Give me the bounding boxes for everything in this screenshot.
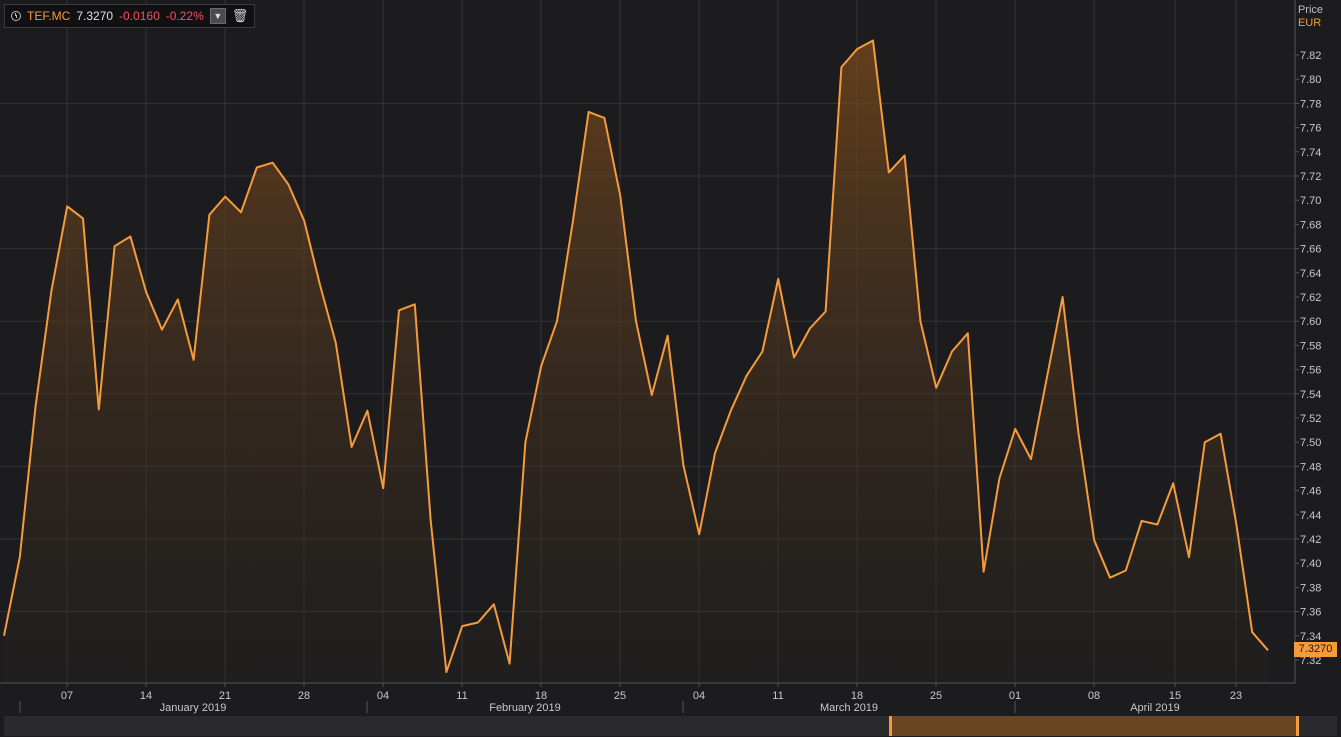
price-change-percent: -0.22% [165, 9, 204, 23]
y-tick-label: 7.38 [1300, 582, 1321, 594]
y-tick-label: 7.70 [1300, 195, 1321, 207]
chevron-down-icon[interactable]: ▼ [209, 8, 226, 24]
instrument-legend[interactable]: TEF.MC 7.3270 -0.0160 -0.22% ▼ 🗑 [4, 4, 256, 28]
instrument-symbol[interactable]: TEF.MC [27, 9, 70, 23]
x-tick-label: 07 [61, 690, 73, 702]
x-tick-label: 28 [298, 690, 310, 702]
price-axis-label: Price [1297, 4, 1323, 16]
y-tick-label: 7.62 [1300, 292, 1321, 304]
y-tick-label: 7.50 [1300, 437, 1321, 449]
y-tick-label: 7.78 [1300, 98, 1321, 110]
y-tick-label: 7.42 [1300, 534, 1321, 546]
currency-label: EUR [1297, 17, 1322, 29]
x-tick-label: 23 [1230, 690, 1242, 702]
y-tick-label: 7.34 [1300, 631, 1321, 643]
y-tick-label: 7.72 [1300, 171, 1321, 183]
month-axis: January 2019 February 2019 March 2019 April… [19, 701, 1180, 714]
price-axis-header: Price EUR [1298, 4, 1323, 30]
y-tick-label: 7.54 [1300, 389, 1321, 401]
month-label: March 2019 [820, 702, 878, 714]
x-tick-label: 01 [1009, 690, 1021, 702]
x-tick-label: 25 [930, 690, 942, 702]
month-label: February 2019 [489, 702, 561, 714]
price-chart[interactable]: 7.327.347.367.387.407.427.447.467.487.50… [0, 0, 1341, 737]
y-tick-label: 7.48 [1300, 461, 1321, 473]
y-tick-label: 7.60 [1300, 316, 1321, 328]
x-tick-label: 18 [851, 690, 863, 702]
y-tick-label: 7.56 [1300, 365, 1321, 377]
y-tick-label: 7.36 [1300, 607, 1321, 619]
y-tick-label: 7.76 [1300, 123, 1321, 135]
y-tick-label: 7.74 [1300, 147, 1321, 159]
x-tick-label: 11 [772, 690, 783, 702]
x-axis: 07 14 21 28 04 11 18 25 04 11 18 25 01 08 15 23 [61, 683, 1242, 702]
x-tick-label: 18 [535, 690, 547, 702]
x-tick-label: 15 [1169, 690, 1181, 702]
y-tick-label: 7.46 [1300, 486, 1321, 498]
y-tick-label: 7.64 [1300, 268, 1321, 280]
x-tick-label: 04 [377, 690, 389, 702]
x-tick-label: 25 [614, 690, 626, 702]
trash-icon[interactable]: 🗑 [232, 8, 249, 24]
y-tick-label: 7.80 [1300, 74, 1321, 86]
month-label: April 2019 [1130, 702, 1180, 714]
y-tick-label: 7.44 [1300, 510, 1321, 522]
y-tick-label: 7.52 [1300, 413, 1321, 425]
price-change: -0.0160 [119, 9, 160, 23]
clock-icon [11, 11, 21, 21]
x-tick-label: 14 [140, 690, 152, 702]
y-tick-label: 7.58 [1300, 340, 1321, 352]
x-tick-label: 04 [693, 690, 705, 702]
last-price: 7.3270 [76, 9, 114, 23]
y-axis: 7.327.347.367.387.407.427.447.467.487.50… [1295, 50, 1321, 667]
x-tick-label: 08 [1088, 690, 1100, 702]
navigator-selection[interactable] [889, 716, 1299, 736]
range-navigator[interactable] [4, 716, 1337, 736]
month-label: January 2019 [160, 702, 227, 714]
x-tick-label: 21 [219, 690, 231, 702]
y-tick-label: 7.40 [1300, 558, 1321, 570]
y-tick-label: 7.66 [1300, 244, 1321, 256]
y-tick-label: 7.68 [1300, 219, 1321, 231]
current-price-marker: 7.3270 [1294, 642, 1337, 658]
y-tick-label: 7.82 [1300, 50, 1321, 62]
x-tick-label: 11 [456, 690, 467, 702]
